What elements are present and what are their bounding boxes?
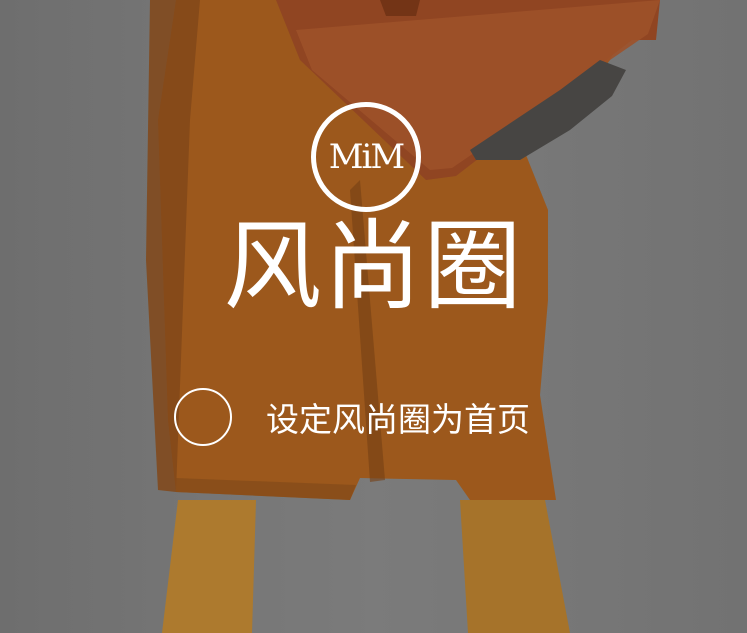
- set-homepage-radio[interactable]: [174, 388, 232, 446]
- app-title: 风尚圈: [223, 210, 524, 324]
- logo-text: MiM: [328, 137, 406, 177]
- app-logo: MiM: [311, 102, 421, 212]
- splash-screen: MiM 风尚圈 设定风尚圈为首页: [0, 0, 747, 633]
- set-homepage-label[interactable]: 设定风尚圈为首页: [266, 400, 530, 440]
